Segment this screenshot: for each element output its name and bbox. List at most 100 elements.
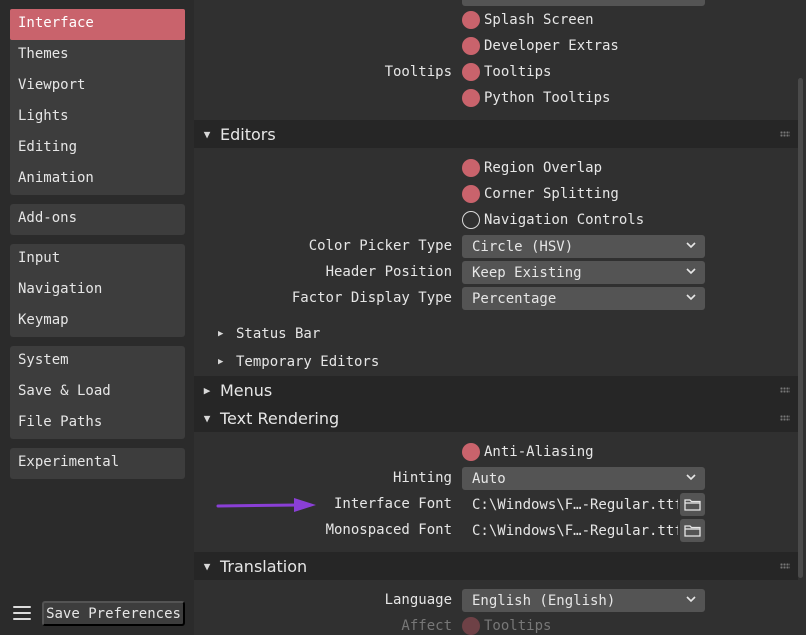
menus-panel-header[interactable]: ▶ Menus	[194, 376, 798, 404]
nav-group-experimental: Experimental	[10, 448, 185, 479]
panel-title: Menus	[220, 380, 273, 400]
hinting-label: Hinting	[392, 470, 452, 486]
sidebar-item-navigation[interactable]: Navigation	[10, 275, 185, 306]
sidebar-item-experimental[interactable]: Experimental	[10, 448, 185, 479]
drag-grip-icon[interactable]	[780, 563, 790, 569]
anti-aliasing-checkbox[interactable]: Anti-Aliasing	[462, 439, 594, 465]
folder-icon[interactable]	[680, 493, 705, 516]
checkbox-label: Python Tooltips	[484, 90, 611, 106]
splash-screen-checkbox[interactable]: Splash Screen	[462, 7, 594, 33]
checkbox-on-icon	[462, 185, 480, 203]
monospaced-font-label: Monospaced Font	[325, 522, 452, 538]
annotation-arrow-icon	[216, 498, 316, 512]
sidebar-item-save-load[interactable]: Save & Load	[10, 377, 185, 408]
sidebar-item-system[interactable]: System	[10, 346, 185, 377]
checkbox-label: Tooltips	[484, 64, 552, 80]
region-overlap-checkbox[interactable]: Region Overlap	[462, 155, 602, 181]
nav-group-interface: Interface Themes Viewport Lights Editing…	[10, 9, 185, 195]
drag-grip-icon[interactable]	[780, 415, 790, 421]
dropdown-value: English (English)	[472, 592, 616, 609]
checkbox-on-icon	[462, 159, 480, 177]
preferences-main-panel: Splash Screen Developer Extras Tooltips …	[194, 0, 806, 635]
sidebar-item-keymap[interactable]: Keymap	[10, 306, 185, 337]
checkbox-off-icon	[462, 211, 480, 229]
subpanel-title: Status Bar	[236, 326, 321, 342]
status-bar-subpanel[interactable]: ▶ Status Bar	[218, 321, 320, 347]
sidebar-item-input[interactable]: Input	[10, 244, 185, 275]
hamburger-line	[13, 612, 31, 614]
triangle-right-icon: ▶	[218, 357, 224, 367]
python-tooltips-checkbox[interactable]: Python Tooltips	[462, 85, 610, 111]
folder-icon-glyph	[684, 525, 701, 537]
nav-group-addons: Add-ons	[10, 204, 185, 235]
sidebar-item-file-paths[interactable]: File Paths	[10, 408, 185, 439]
triangle-down-icon: ▼	[203, 559, 211, 573]
checkbox-on-icon	[462, 443, 480, 461]
dropdown-value: Auto	[472, 470, 506, 487]
chevron-down-icon	[686, 474, 696, 481]
checkbox-label: Corner Splitting	[484, 186, 619, 202]
navigation-controls-checkbox[interactable]: Navigation Controls	[462, 207, 644, 233]
drag-grip-icon[interactable]	[780, 387, 790, 393]
factor-display-type-dropdown[interactable]: Percentage	[462, 287, 705, 310]
triangle-right-icon: ▶	[203, 383, 211, 397]
affect-label: Affect	[401, 618, 452, 634]
temporary-editors-subpanel[interactable]: ▶ Temporary Editors	[218, 349, 379, 375]
checkbox-on-icon	[462, 89, 480, 107]
preferences-sidebar: Interface Themes Viewport Lights Editing…	[0, 0, 194, 635]
hinting-dropdown[interactable]: Auto	[462, 467, 705, 490]
header-position-label: Header Position	[325, 264, 452, 280]
tooltips-side-label: Tooltips	[384, 64, 452, 80]
save-preferences-button[interactable]: Save Preferences	[42, 601, 185, 626]
sidebar-item-addons[interactable]: Add-ons	[10, 204, 185, 235]
scrollbar-thumb[interactable]	[798, 78, 803, 578]
checkbox-label: Region Overlap	[484, 160, 603, 176]
checkbox-on-icon	[462, 37, 480, 55]
nav-group-system: System Save & Load File Paths	[10, 346, 185, 439]
factor-display-type-label: Factor Display Type	[291, 290, 452, 306]
panel-title: Editors	[220, 124, 276, 144]
panel-title: Text Rendering	[220, 408, 340, 428]
corner-splitting-checkbox[interactable]: Corner Splitting	[462, 181, 619, 207]
sidebar-item-themes[interactable]: Themes	[10, 40, 185, 71]
hamburger-icon[interactable]	[10, 601, 34, 625]
subpanel-title: Temporary Editors	[236, 354, 380, 370]
color-picker-type-dropdown[interactable]: Circle (HSV)	[462, 235, 705, 258]
sidebar-item-lights[interactable]: Lights	[10, 102, 185, 133]
monospaced-font-path-field[interactable]: C:\Windows\F…-Regular.ttf	[462, 519, 678, 542]
developer-extras-checkbox[interactable]: Developer Extras	[462, 33, 619, 59]
affect-tooltips-checkbox[interactable]: Tooltips	[462, 613, 551, 635]
chevron-down-icon	[686, 242, 696, 249]
checkbox-label: Developer Extras	[484, 38, 619, 54]
folder-icon-glyph	[684, 499, 701, 511]
header-position-dropdown[interactable]: Keep Existing	[462, 261, 705, 284]
folder-icon[interactable]	[680, 519, 705, 542]
dropdown-value: Circle (HSV)	[472, 238, 574, 255]
chevron-down-icon	[686, 596, 696, 603]
translation-panel-header[interactable]: ▼ Translation	[194, 552, 798, 580]
triangle-down-icon: ▼	[203, 411, 211, 425]
text-rendering-panel-header[interactable]: ▼ Text Rendering	[194, 404, 798, 432]
checkbox-label: Splash Screen	[484, 12, 594, 28]
checkbox-label: Navigation Controls	[484, 212, 645, 228]
hamburger-line	[13, 606, 31, 608]
interface-font-path-field[interactable]: C:\Windows\F…-Regular.ttf	[462, 493, 678, 516]
color-picker-type-label: Color Picker Type	[308, 238, 452, 254]
checkbox-label: Anti-Aliasing	[484, 444, 594, 460]
dropdown-partial[interactable]	[462, 0, 705, 6]
chevron-down-icon	[686, 294, 696, 301]
sidebar-item-animation[interactable]: Animation	[10, 164, 185, 195]
sidebar-item-viewport[interactable]: Viewport	[10, 71, 185, 102]
sidebar-item-interface[interactable]: Interface	[10, 9, 185, 40]
triangle-down-icon: ▼	[203, 127, 211, 141]
hamburger-line	[13, 618, 31, 620]
checkbox-label: Tooltips	[484, 618, 552, 634]
nav-group-input: Input Navigation Keymap	[10, 244, 185, 337]
dropdown-value: Keep Existing	[472, 264, 582, 281]
checkbox-on-icon	[462, 63, 480, 81]
language-dropdown[interactable]: English (English)	[462, 589, 705, 612]
drag-grip-icon[interactable]	[780, 131, 790, 137]
editors-panel-header[interactable]: ▼ Editors	[194, 120, 798, 148]
sidebar-item-editing[interactable]: Editing	[10, 133, 185, 164]
tooltips-checkbox[interactable]: Tooltips	[462, 59, 551, 85]
